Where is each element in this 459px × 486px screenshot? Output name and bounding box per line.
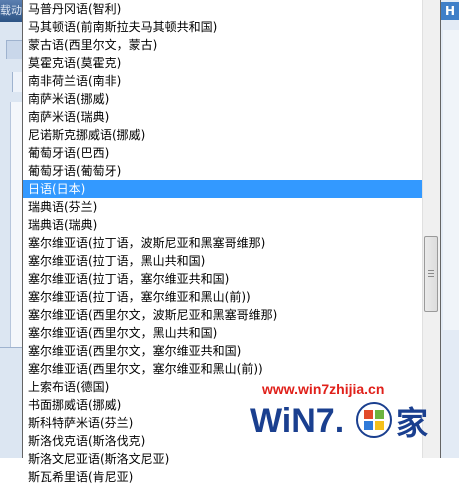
watermark-logo-suffix: 家 — [396, 404, 428, 442]
language-option[interactable]: 南非荷兰语(南非) — [23, 72, 425, 90]
watermark-logo: WiN7. 家 — [250, 402, 428, 442]
language-option[interactable]: 瑞典语(瑞典) — [23, 216, 425, 234]
windows-flag-icon — [356, 402, 392, 438]
language-option[interactable]: 南萨米语(挪威) — [23, 90, 425, 108]
language-option[interactable]: 塞尔维亚语(拉丁语，塞尔维亚和黑山(前)) — [23, 288, 425, 306]
scrollbar-grip — [428, 270, 434, 271]
background-title-text: 载动 — [0, 4, 22, 17]
background-window-title: 载动 — [0, 0, 22, 22]
language-option[interactable]: 蒙古语(西里尔文，蒙古) — [23, 36, 425, 54]
background-window-edge — [6, 40, 23, 59]
language-option[interactable]: 葡萄牙语(巴西) — [23, 144, 425, 162]
language-option[interactable]: 塞尔维亚语(拉丁语，黑山共和国) — [23, 252, 425, 270]
scrollbar-grip — [428, 273, 434, 274]
language-option[interactable]: 葡萄牙语(葡萄牙) — [23, 162, 425, 180]
language-option[interactable]: 莫霍克语(莫霍克) — [23, 54, 425, 72]
watermark-logo-text: WiN7. — [250, 402, 344, 440]
language-option[interactable]: 塞尔维亚语(西里尔文，波斯尼亚和黑塞哥维那) — [23, 306, 425, 324]
language-option[interactable]: 斯瓦希里语(肯尼亚) — [23, 468, 425, 486]
language-option[interactable]: 南萨米语(瑞典) — [23, 108, 425, 126]
language-option[interactable]: 马其顿语(前南斯拉夫马其顿共和国) — [23, 18, 425, 36]
scrollbar-grip — [428, 276, 434, 277]
background-window-left — [0, 22, 23, 458]
background-help-button[interactable]: H — [441, 2, 459, 20]
language-option[interactable]: 马普丹冈语(智利) — [23, 0, 425, 18]
language-option[interactable]: 日语(日本) — [23, 180, 425, 198]
language-option[interactable]: 尼诺斯克挪威语(挪威) — [23, 126, 425, 144]
watermark-url: www.win7zhijia.cn — [262, 381, 385, 397]
language-option[interactable]: 塞尔维亚语(西里尔文，塞尔维亚共和国) — [23, 342, 425, 360]
dropdown-scrollbar[interactable] — [422, 0, 440, 458]
scrollbar-thumb[interactable] — [424, 236, 438, 312]
language-option[interactable]: 塞尔维亚语(西里尔文，塞尔维亚和黑山(前)) — [23, 360, 425, 378]
language-option[interactable]: 瑞典语(芬兰) — [23, 198, 425, 216]
background-window-edge — [443, 30, 459, 330]
language-option[interactable]: 斯洛文尼亚语(斯洛文尼亚) — [23, 450, 425, 468]
language-option[interactable]: 塞尔维亚语(拉丁语，波斯尼亚和黑塞哥维那) — [23, 234, 425, 252]
background-window-divider — [0, 347, 22, 348]
language-option[interactable]: 塞尔维亚语(西里尔文，黑山共和国) — [23, 324, 425, 342]
background-window-right: H — [441, 0, 459, 458]
language-option[interactable]: 塞尔维亚语(拉丁语，塞尔维亚共和国) — [23, 270, 425, 288]
